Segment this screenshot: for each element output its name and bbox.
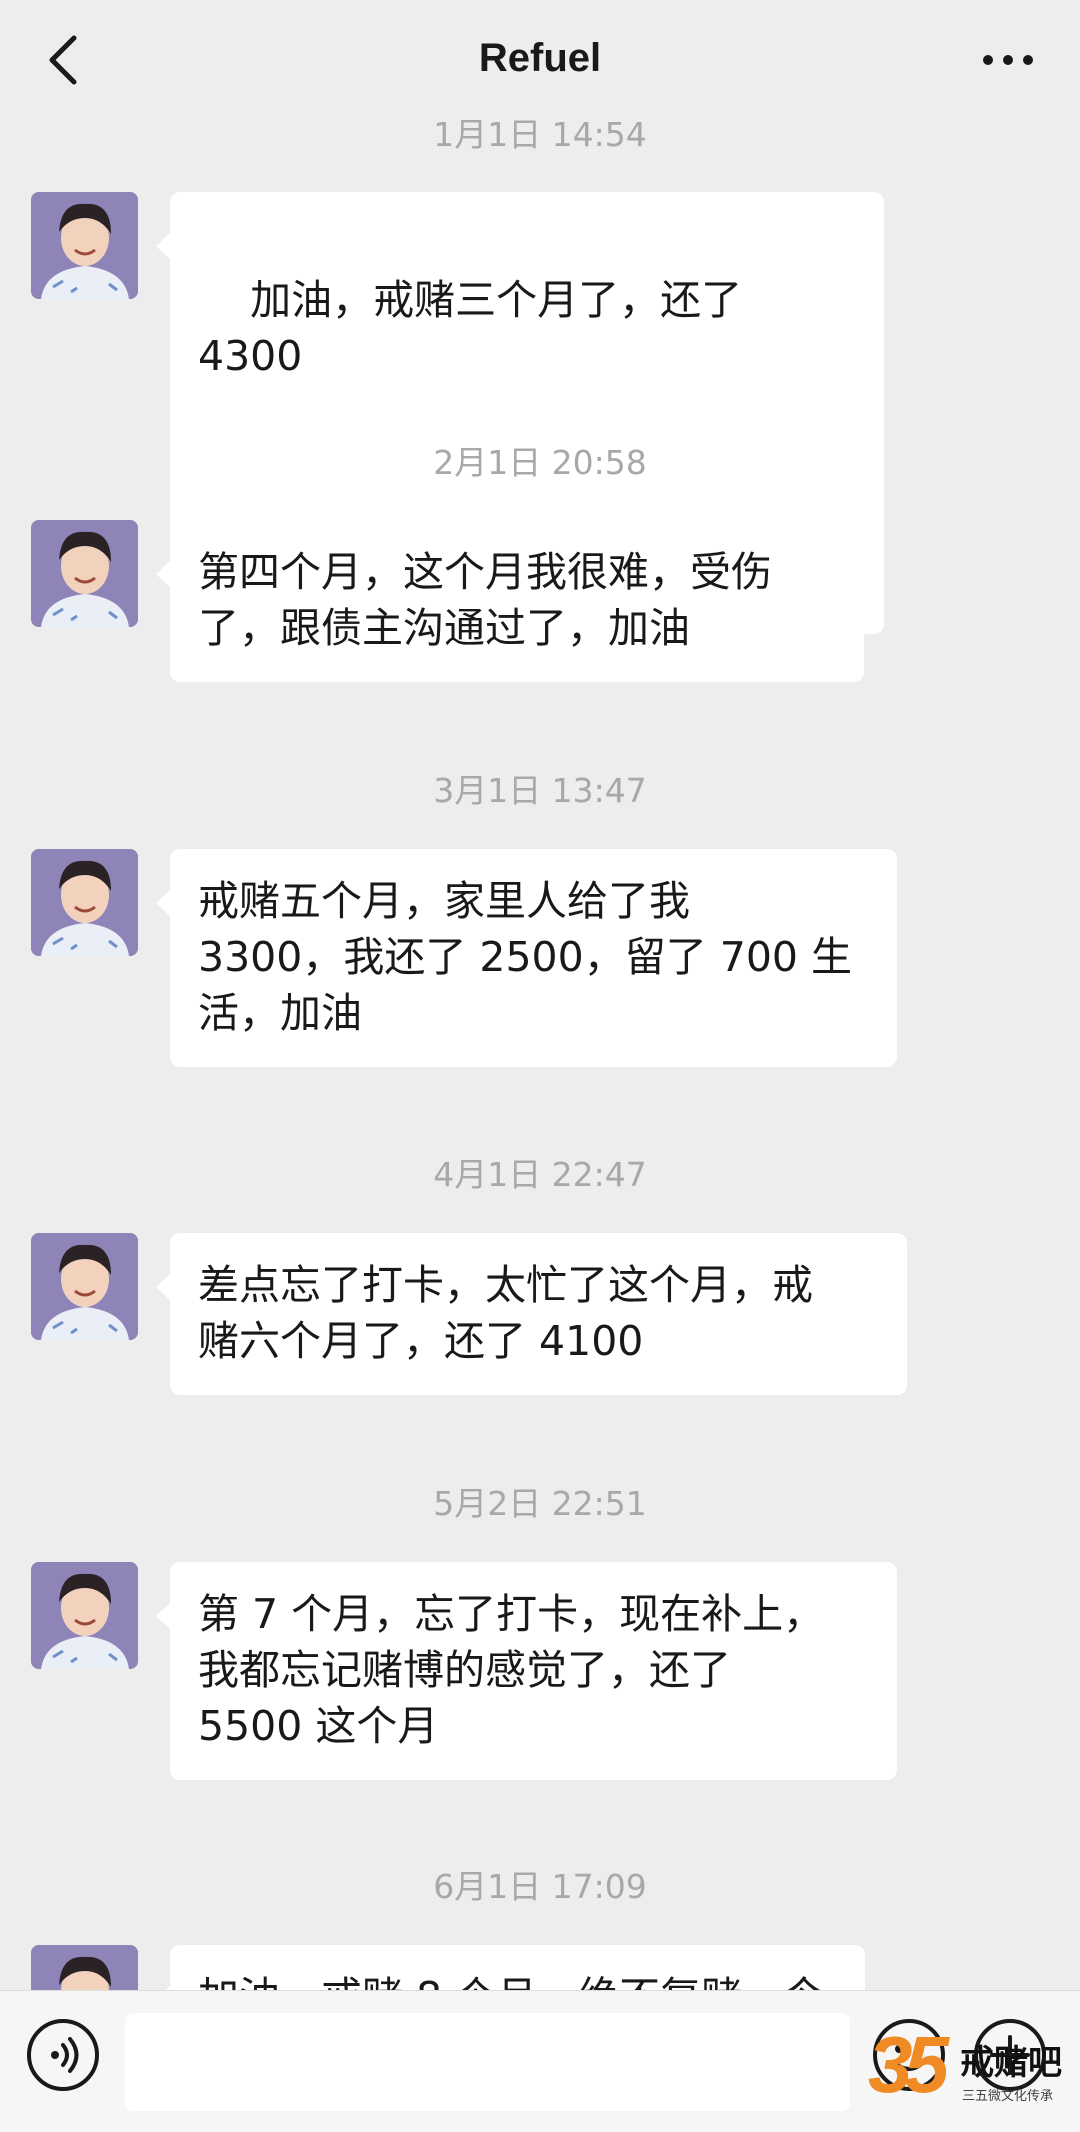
more-options-button[interactable] bbox=[978, 40, 1038, 80]
message-timestamp: 4月1日 22:47 bbox=[433, 1155, 647, 1194]
voice-icon bbox=[51, 2037, 79, 2073]
avatar[interactable] bbox=[31, 1562, 138, 1669]
message-bubble[interactable]: 加油，戒赌 8 个月，绝不复赌，今 bbox=[156, 1945, 865, 1990]
chat-title: Refuel bbox=[478, 36, 602, 80]
message-bubble[interactable]: 戒赌五个月，家里人给了我 3300，我还了 2500，留了 700 生 活，加油 bbox=[156, 849, 897, 1067]
message-input[interactable] bbox=[125, 2013, 850, 2111]
chat-area[interactable]: 1月1日 14:54 加油，戒赌三个月了，还了 4300 2月1日 20:58 … bbox=[0, 0, 1080, 1990]
message-bubble[interactable]: 差点忘了打卡，太忙了这个月，戒 赌六个月了，还了 4100 bbox=[156, 1233, 907, 1395]
message-timestamp: 3月1日 13:47 bbox=[433, 771, 647, 810]
message-timestamp: 5月2日 22:51 bbox=[433, 1484, 647, 1523]
avatar[interactable] bbox=[31, 192, 138, 299]
top-navigation-bar: Refuel bbox=[0, 0, 1080, 120]
voice-input-button[interactable] bbox=[27, 2019, 99, 2091]
watermark-logo: 35 戒赌吧 三五微文化传承 bbox=[868, 2015, 1078, 2125]
message-bubble[interactable]: 第 7 个月，忘了打卡，现在补上， 我都忘记赌博的感觉了，还了 5500 这个月 bbox=[156, 1562, 897, 1780]
message-timestamp: 6月1日 17:09 bbox=[433, 1867, 647, 1906]
message-timestamp: 2月1日 20:58 bbox=[433, 443, 647, 482]
watermark-number: 35 bbox=[868, 2020, 949, 2109]
message-text: 加油，戒赌三个月了，还了 4300 bbox=[198, 276, 756, 380]
more-dots-icon bbox=[983, 55, 1033, 65]
avatar[interactable] bbox=[31, 849, 138, 956]
message-bubble[interactable]: 第四个月，这个月我很难，受伤 了，跟债主沟通过了，加油 bbox=[156, 520, 864, 682]
watermark-subtitle: 三五微文化传承 bbox=[962, 2089, 1054, 2104]
avatar[interactable] bbox=[31, 1945, 138, 1990]
watermark-name: 戒赌吧 bbox=[960, 2043, 1062, 2083]
avatar[interactable] bbox=[31, 1233, 138, 1340]
avatar[interactable] bbox=[31, 520, 138, 627]
